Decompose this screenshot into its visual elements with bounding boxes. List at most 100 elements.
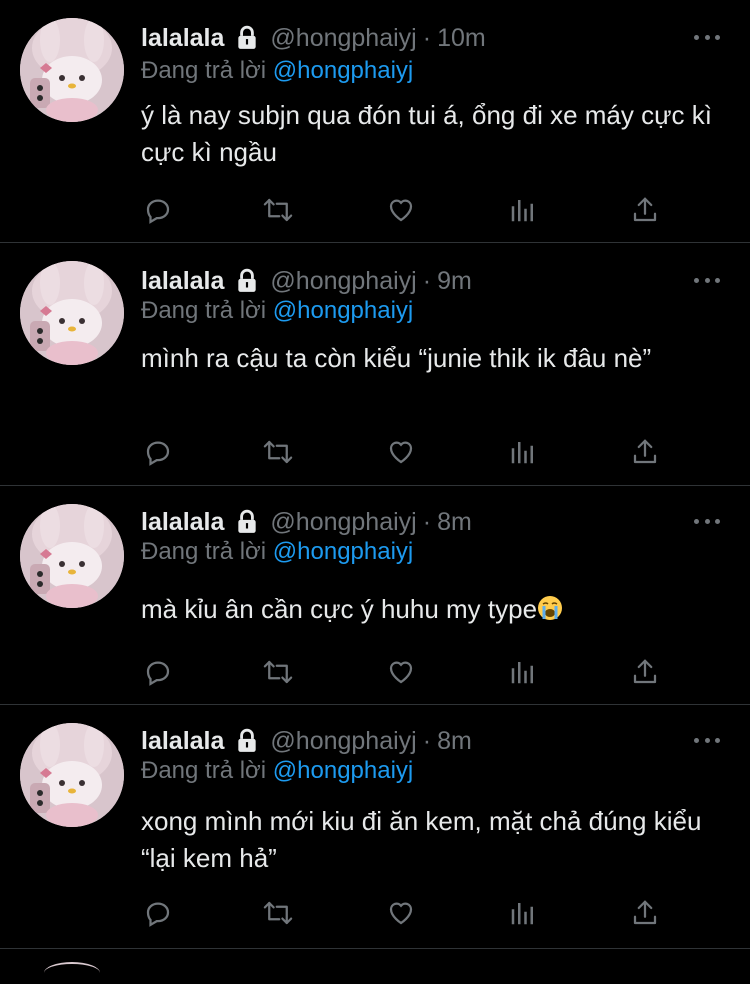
like-icon (385, 657, 417, 687)
share-button[interactable] (627, 654, 663, 690)
retweet-button[interactable] (260, 192, 296, 228)
share-button[interactable] (627, 192, 663, 228)
retweet-icon (261, 195, 295, 225)
reply-icon (143, 195, 173, 225)
reply-prefix: Đang trả lời (141, 297, 267, 324)
tweet-divider (0, 485, 750, 486)
analytics-button[interactable] (505, 895, 541, 931)
timestamp[interactable]: 8m (437, 508, 472, 537)
share-button[interactable] (627, 895, 663, 931)
reply-mention-link[interactable]: @hongphaiyj (273, 57, 413, 84)
lock-icon (234, 25, 260, 51)
tweet-header: lalalala @hongphaiyj · 8m (141, 504, 472, 540)
like-icon (385, 898, 417, 928)
reply-button[interactable] (140, 895, 176, 931)
share-icon (630, 657, 660, 687)
display-name[interactable]: lalalala (141, 24, 224, 53)
reply-prefix: Đang trả lời (141, 538, 267, 565)
like-button[interactable] (383, 895, 419, 931)
tweet-text: mình ra cậu ta còn kiểu “junie thik ik đ… (141, 340, 721, 377)
handle[interactable]: @hongphaiyj (270, 508, 416, 537)
display-name[interactable]: lalalala (141, 267, 224, 296)
tweet-text-content: xong mình mới kiu đi ăn kem, mặt chả đún… (141, 806, 702, 873)
tweet-divider (0, 704, 750, 705)
tweet-actions (140, 434, 680, 470)
more-options-icon[interactable] (694, 516, 720, 526)
tweet-header: lalalala @hongphaiyj · 10m (141, 20, 486, 56)
reply-prefix: Đang trả lời (141, 57, 267, 84)
retweet-icon (261, 657, 295, 687)
handle[interactable]: @hongphaiyj (270, 727, 416, 756)
avatar[interactable] (20, 18, 124, 122)
display-name[interactable]: lalalala (141, 508, 224, 537)
reply-button[interactable] (140, 434, 176, 470)
more-options-icon[interactable] (694, 735, 720, 745)
like-icon (385, 437, 417, 467)
reply-mention-link[interactable]: @hongphaiyj (273, 757, 413, 784)
separator-dot: · (422, 23, 432, 52)
next-avatar-peek (44, 962, 100, 984)
like-icon (385, 195, 417, 225)
lock-icon (234, 268, 260, 294)
tweet-text: ý là nay subjn qua đón tui á, ổng đi xe … (141, 97, 721, 171)
reply-icon (143, 437, 173, 467)
analytics-button[interactable] (505, 434, 541, 470)
replying-to: Đang trả lời @hongphaiyj (141, 57, 413, 85)
reply-prefix: Đang trả lời (141, 757, 267, 784)
replying-to: Đang trả lời @hongphaiyj (141, 297, 413, 325)
tweet-actions (140, 895, 680, 931)
analytics-icon (508, 195, 538, 225)
timestamp[interactable]: 9m (437, 267, 472, 296)
tweet-text: mà kỉu ân cần cực ý huhu my type (141, 591, 721, 628)
like-button[interactable] (383, 192, 419, 228)
tweet-text: xong mình mới kiu đi ăn kem, mặt chả đún… (141, 803, 721, 877)
lock-icon (234, 509, 260, 535)
retweet-button[interactable] (260, 654, 296, 690)
handle[interactable]: @hongphaiyj (270, 267, 416, 296)
separator-dot: · (422, 507, 432, 536)
share-icon (630, 195, 660, 225)
retweet-button[interactable] (260, 895, 296, 931)
loudly-crying-face-icon (538, 596, 563, 620)
retweet-icon (261, 437, 295, 467)
tweet-divider (0, 948, 750, 949)
analytics-button[interactable] (505, 654, 541, 690)
separator-dot: · (422, 726, 432, 755)
lock-icon (234, 728, 260, 754)
avatar[interactable] (20, 504, 124, 608)
handle[interactable]: @hongphaiyj (270, 24, 416, 53)
tweet-divider (0, 242, 750, 243)
tweet-header: lalalala @hongphaiyj · 8m (141, 723, 472, 759)
reply-icon (143, 898, 173, 928)
display-name[interactable]: lalalala (141, 727, 224, 756)
retweet-icon (261, 898, 295, 928)
reply-mention-link[interactable]: @hongphaiyj (273, 297, 413, 324)
retweet-button[interactable] (260, 434, 296, 470)
avatar[interactable] (20, 723, 124, 827)
tweet-text-content: mình ra cậu ta còn kiểu “junie thik ik đ… (141, 343, 652, 373)
analytics-icon (508, 437, 538, 467)
analytics-button[interactable] (505, 192, 541, 228)
reply-icon (143, 657, 173, 687)
timestamp[interactable]: 8m (437, 727, 472, 756)
replying-to: Đang trả lời @hongphaiyj (141, 538, 413, 566)
analytics-icon (508, 898, 538, 928)
tweet-actions (140, 192, 680, 228)
reply-mention-link[interactable]: @hongphaiyj (273, 538, 413, 565)
reply-button[interactable] (140, 654, 176, 690)
tweet-actions (140, 654, 680, 690)
share-icon (630, 898, 660, 928)
tweet-text-content: ý là nay subjn qua đón tui á, ổng đi xe … (141, 100, 712, 167)
more-options-icon[interactable] (694, 32, 720, 42)
replying-to: Đang trả lời @hongphaiyj (141, 757, 413, 785)
share-button[interactable] (627, 434, 663, 470)
like-button[interactable] (383, 434, 419, 470)
tweet-text-content: mà kỉu ân cần cực ý huhu my type (141, 594, 538, 624)
timestamp[interactable]: 10m (437, 24, 486, 53)
avatar[interactable] (20, 261, 124, 365)
separator-dot: · (422, 266, 432, 295)
more-options-icon[interactable] (694, 275, 720, 285)
reply-button[interactable] (140, 192, 176, 228)
analytics-icon (508, 657, 538, 687)
like-button[interactable] (383, 654, 419, 690)
